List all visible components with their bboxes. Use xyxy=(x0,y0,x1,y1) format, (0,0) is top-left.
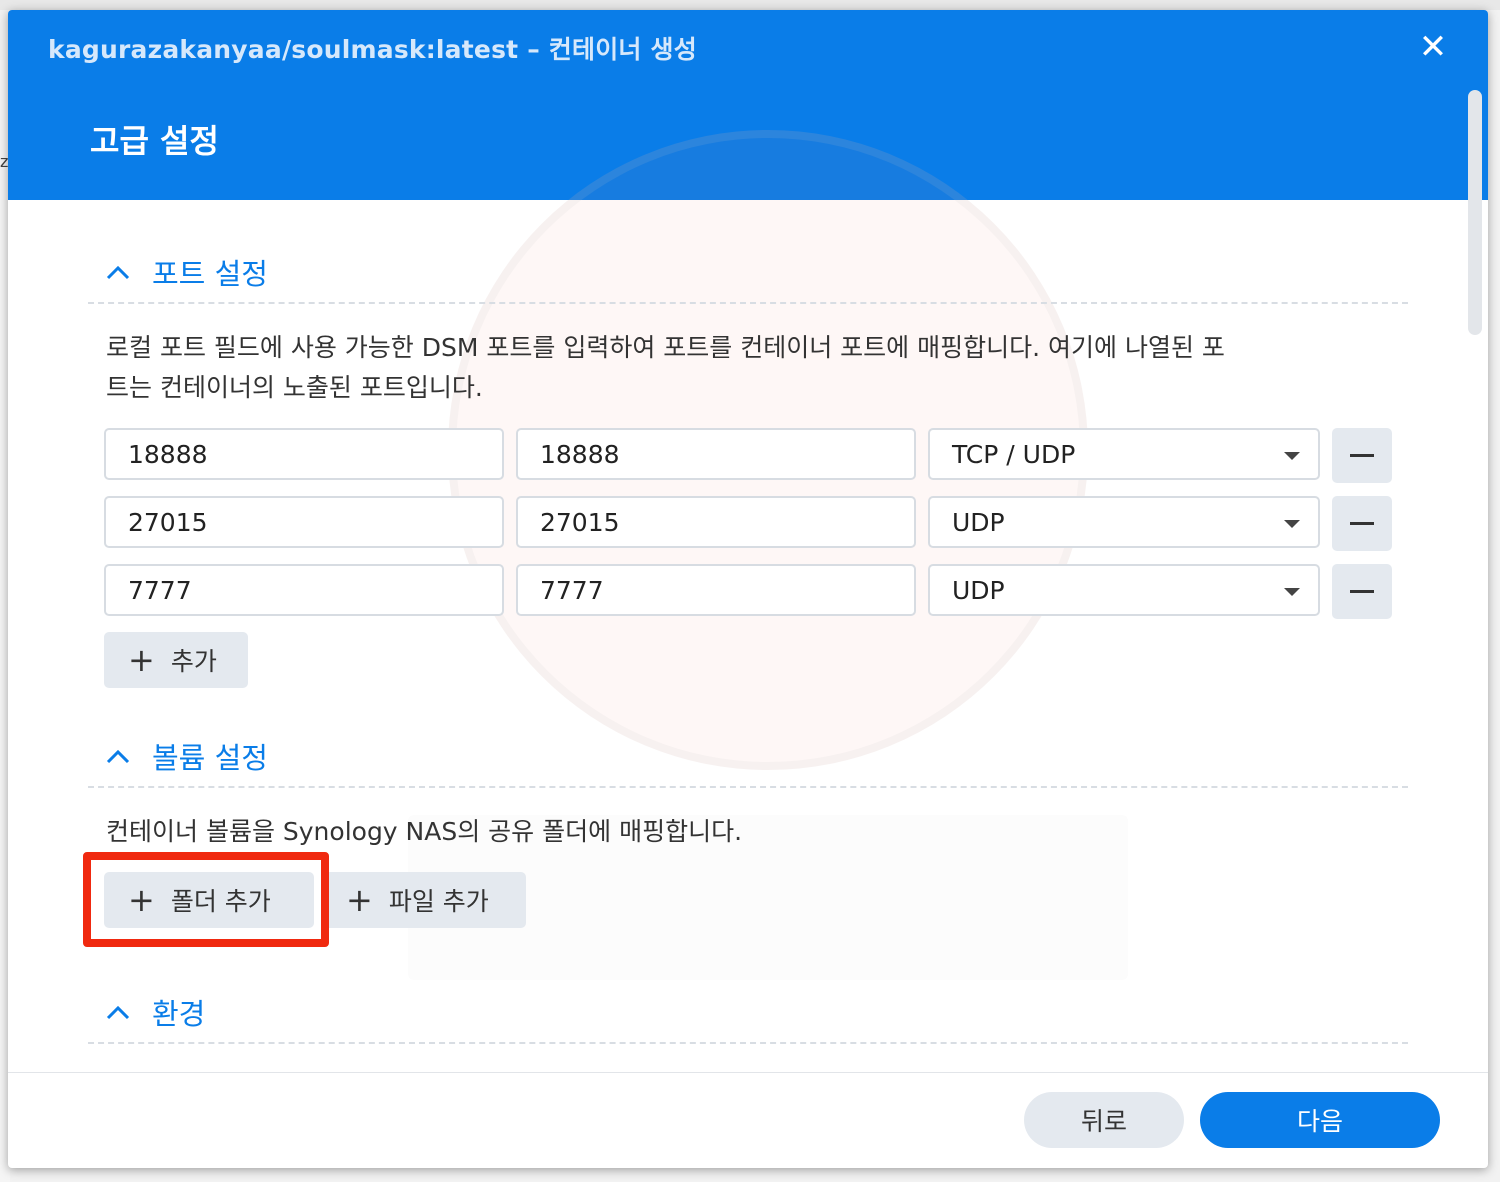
scrollbar[interactable] xyxy=(1468,90,1482,335)
container-port-field[interactable]: 7777 xyxy=(516,564,916,616)
port-description-line: 로컬 포트 필드에 사용 가능한 DSM 포트를 입력하여 포트를 컨테이너 포… xyxy=(106,333,1225,362)
port-description: 로컬 포트 필드에 사용 가능한 DSM 포트를 입력하여 포트를 컨테이너 포… xyxy=(106,328,1396,408)
protocol-select[interactable]: TCP / UDP xyxy=(928,428,1320,480)
highlight-box xyxy=(83,852,329,947)
remove-port-button[interactable] xyxy=(1332,428,1392,483)
chevron-up-icon xyxy=(106,1000,130,1024)
container-port-field[interactable]: 27015 xyxy=(516,496,916,548)
close-icon[interactable]: ✕ xyxy=(1416,30,1450,64)
chevron-up-icon xyxy=(106,744,130,768)
page-title: 고급 설정 xyxy=(90,122,219,160)
protocol-value: UDP xyxy=(952,575,1005,605)
local-port-field[interactable]: 7777 xyxy=(104,564,504,616)
protocol-value: TCP / UDP xyxy=(952,439,1076,469)
back-button[interactable]: 뒤로 xyxy=(1024,1092,1184,1148)
section-environment[interactable]: 환경 xyxy=(106,990,205,1034)
protocol-value: UDP xyxy=(952,507,1005,537)
port-description-line: 트는 컨테이너의 노출된 포트입니다. xyxy=(106,373,483,402)
chevron-down-icon xyxy=(1284,588,1300,596)
section-title: 포트 설정 xyxy=(152,257,268,291)
section-port-settings[interactable]: 포트 설정 xyxy=(106,250,268,294)
plus-icon: + xyxy=(346,881,373,919)
add-port-button[interactable]: + 추가 xyxy=(104,632,248,688)
divider xyxy=(88,302,1408,304)
minus-icon xyxy=(1350,590,1374,593)
plus-icon: + xyxy=(128,641,155,679)
remove-port-button[interactable] xyxy=(1332,496,1392,551)
chevron-down-icon xyxy=(1284,520,1300,528)
minus-icon xyxy=(1350,522,1374,525)
volume-description: 컨테이너 볼륨을 Synology NAS의 공유 폴더에 매핑합니다. xyxy=(106,817,743,846)
divider xyxy=(88,786,1408,788)
add-port-label: 추가 xyxy=(170,647,217,676)
section-volume-settings[interactable]: 볼륨 설정 xyxy=(106,734,268,778)
next-button[interactable]: 다음 xyxy=(1200,1092,1440,1148)
footer-divider xyxy=(8,1072,1488,1073)
minus-icon xyxy=(1350,454,1374,457)
chevron-up-icon xyxy=(106,260,130,284)
create-container-dialog: kagurazakanyaa/soulmask:latest – 컨테이너 생성… xyxy=(8,10,1488,1168)
section-title: 볼륨 설정 xyxy=(152,741,268,775)
container-port-field[interactable]: 18888 xyxy=(516,428,916,480)
local-port-field[interactable]: 27015 xyxy=(104,496,504,548)
window-title: kagurazakanyaa/soulmask:latest – 컨테이너 생성 xyxy=(48,35,697,64)
background-strip xyxy=(0,0,1500,10)
remove-port-button[interactable] xyxy=(1332,564,1392,619)
section-title: 환경 xyxy=(152,997,206,1031)
local-port-field[interactable]: 18888 xyxy=(104,428,504,480)
add-file-button[interactable]: + 파일 추가 xyxy=(322,872,526,928)
add-file-label: 파일 추가 xyxy=(388,887,489,916)
divider xyxy=(88,1042,1408,1044)
protocol-select[interactable]: UDP xyxy=(928,496,1320,548)
chevron-down-icon xyxy=(1284,452,1300,460)
protocol-select[interactable]: UDP xyxy=(928,564,1320,616)
